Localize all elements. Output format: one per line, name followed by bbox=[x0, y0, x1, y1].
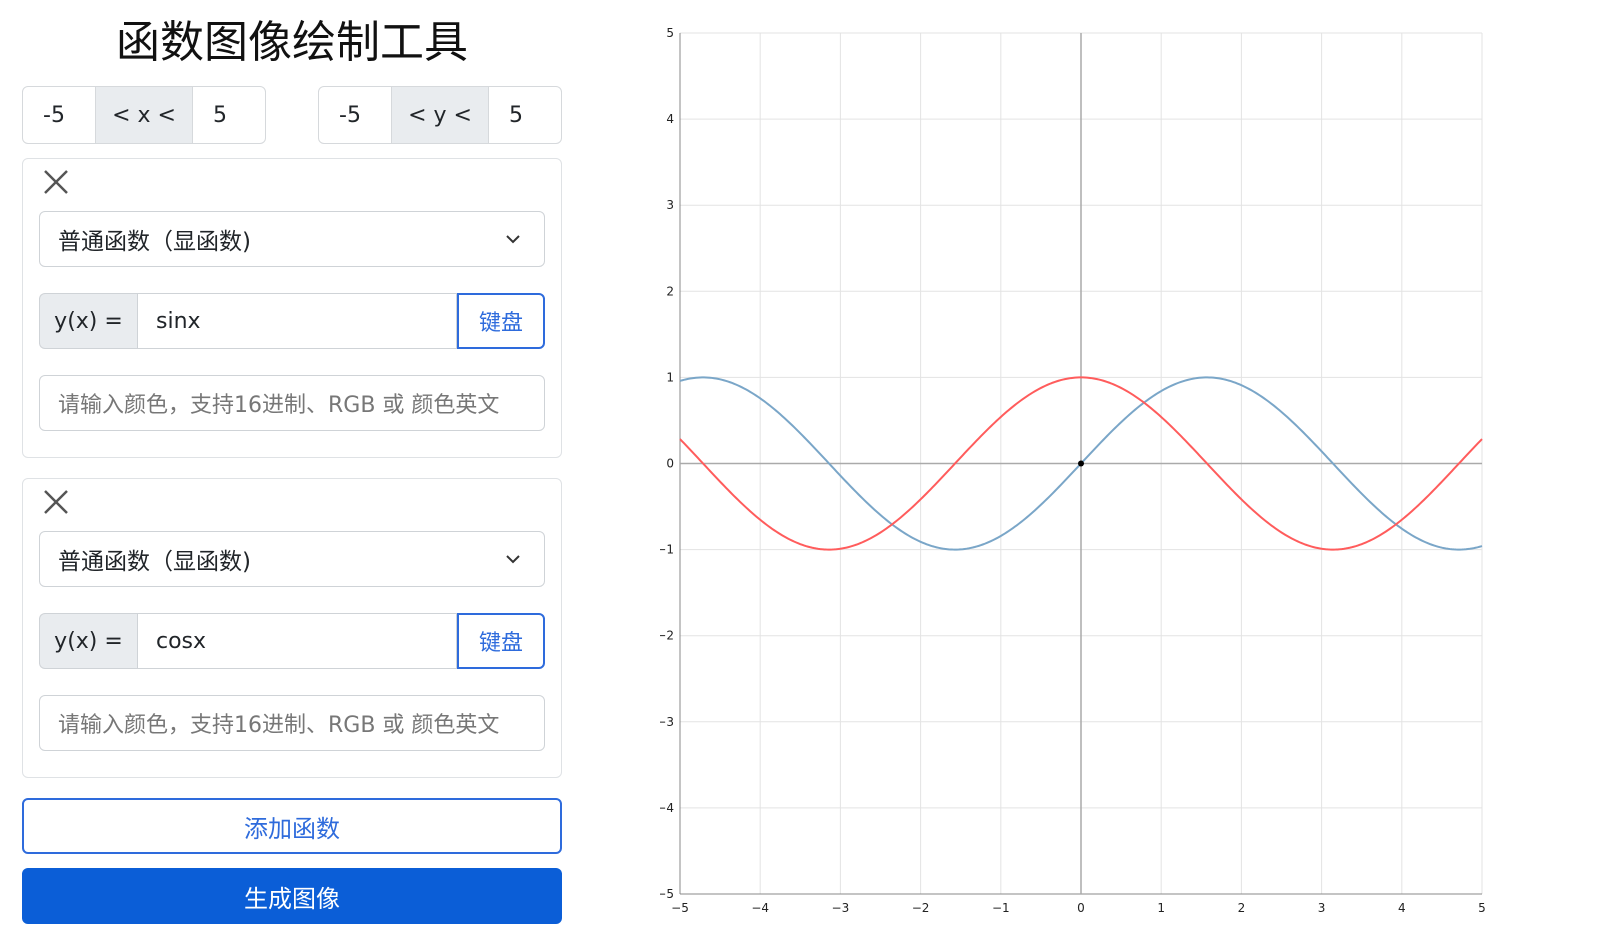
y-tick-label: 0 bbox=[666, 457, 674, 471]
x-tick-label: −3 bbox=[832, 901, 850, 915]
x-tick-label: 5 bbox=[1478, 901, 1486, 915]
origin-point bbox=[1078, 460, 1084, 467]
y-tick-label: −4 bbox=[660, 801, 674, 815]
function-card-2: 普通函数（显函数) y(x) = cosx 键盘 请输入颜色，支持16进制、RG… bbox=[22, 478, 562, 778]
x-max-input[interactable]: 5 bbox=[193, 87, 265, 143]
function-type-value: 普通函数（显函数) bbox=[58, 549, 251, 575]
function-type-select[interactable]: 普通函数（显函数) bbox=[39, 211, 545, 267]
x-tick-label: 1 bbox=[1157, 901, 1165, 915]
x-range-group: -5 < x < 5 bbox=[22, 86, 266, 144]
x-tick-label: 4 bbox=[1398, 901, 1406, 915]
expression-group: y(x) = sinx 键盘 bbox=[39, 293, 545, 349]
close-icon[interactable] bbox=[41, 487, 71, 517]
y-tick-label: 1 bbox=[666, 370, 674, 384]
keyboard-button[interactable]: 键盘 bbox=[457, 293, 545, 349]
expression-group: y(x) = cosx 键盘 bbox=[39, 613, 545, 669]
expression-prefix: y(x) = bbox=[39, 613, 137, 669]
y-tick-label: 4 bbox=[666, 112, 674, 126]
y-range-group: -5 < y < 5 bbox=[318, 86, 562, 144]
function-type-select[interactable]: 普通函数（显函数) bbox=[39, 531, 545, 587]
y-tick-label: −3 bbox=[660, 715, 674, 729]
function-card-1: 普通函数（显函数) y(x) = sinx 键盘 请输入颜色，支持16进制、RG… bbox=[22, 158, 562, 458]
function-plot[interactable]: −5 −4 −3 −2 −1 0 1 2 3 4 5 −5 −4 −3 −2 −1 0 1 2 3 4 5 bbox=[660, 0, 1560, 936]
generate-graph-button[interactable]: 生成图像 bbox=[22, 868, 562, 924]
x-tick-label: −1 bbox=[992, 901, 1010, 915]
expression-input[interactable]: cosx bbox=[137, 613, 457, 669]
expression-input[interactable]: sinx bbox=[137, 293, 457, 349]
x-tick-label: −5 bbox=[671, 901, 689, 915]
keyboard-button[interactable]: 键盘 bbox=[457, 613, 545, 669]
y-min-input[interactable]: -5 bbox=[319, 87, 391, 143]
x-tick-label: −4 bbox=[751, 901, 769, 915]
page-title: 函数图像绘制工具 bbox=[116, 17, 468, 68]
x-tick-label: 2 bbox=[1238, 901, 1246, 915]
y-tick-label: 5 bbox=[666, 26, 674, 40]
chevron-down-icon bbox=[506, 555, 520, 564]
x-tick-label: 3 bbox=[1318, 901, 1326, 915]
color-input[interactable]: 请输入颜色，支持16进制、RGB 或 颜色英文 bbox=[39, 695, 545, 751]
color-input[interactable]: 请输入颜色，支持16进制、RGB 或 颜色英文 bbox=[39, 375, 545, 431]
x-tick-label: −2 bbox=[912, 901, 930, 915]
y-tick-label: 3 bbox=[666, 198, 674, 212]
y-tick-label: −1 bbox=[660, 543, 674, 557]
x-range-label: < x < bbox=[95, 87, 193, 143]
expression-prefix: y(x) = bbox=[39, 293, 137, 349]
function-type-value: 普通函数（显函数) bbox=[58, 229, 251, 255]
y-range-label: < y < bbox=[391, 87, 489, 143]
add-function-button[interactable]: 添加函数 bbox=[22, 798, 562, 854]
x-min-input[interactable]: -5 bbox=[23, 87, 95, 143]
x-tick-label: 0 bbox=[1077, 901, 1085, 915]
y-tick-label: −5 bbox=[660, 887, 674, 901]
y-max-input[interactable]: 5 bbox=[489, 87, 561, 143]
chevron-down-icon bbox=[506, 235, 520, 244]
y-tick-label: 2 bbox=[666, 284, 674, 298]
y-tick-label: −2 bbox=[660, 629, 674, 643]
close-icon[interactable] bbox=[41, 167, 71, 197]
